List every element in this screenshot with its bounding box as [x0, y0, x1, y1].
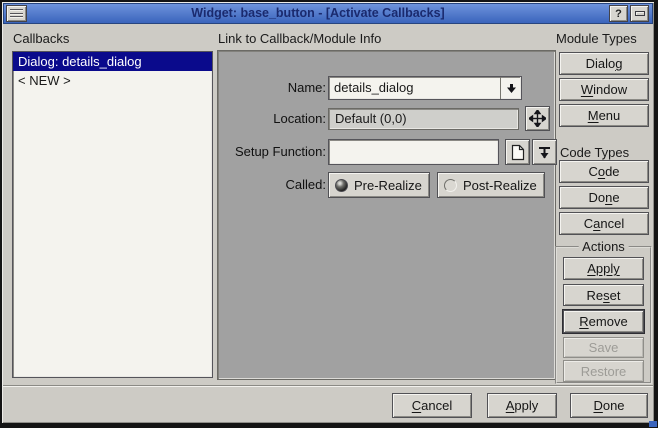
location-label: Location: [220, 111, 326, 126]
callbacks-list: Dialog: details_dialog < NEW > [12, 51, 213, 378]
help-button[interactable]: ? [609, 5, 628, 22]
title-bar[interactable]: Widget: base_button - [Activate Callback… [3, 3, 653, 24]
code-type-done-button[interactable]: Done [559, 186, 649, 209]
pre-realize-radio[interactable]: Pre-Realize [328, 172, 430, 198]
button-mnemonic: W [581, 82, 593, 97]
button-label: indow [593, 82, 627, 97]
name-value[interactable]: details_dialog [329, 77, 500, 99]
button-label: ncel [600, 216, 624, 231]
module-type-dialog-button[interactable]: Dialog [559, 52, 649, 75]
footer-cancel-button[interactable]: Cancel [392, 393, 472, 418]
button-mnemonic: n [605, 190, 612, 205]
actions-save-button[interactable]: Save [563, 337, 644, 358]
location-field[interactable]: Default (0,0) [328, 108, 519, 130]
button-mnemonic: o [598, 164, 605, 179]
button-mnemonic: g [615, 56, 622, 71]
dropdown-arrow-icon [506, 83, 517, 94]
link-info-panel: Name: details_dialog Location: Default (… [217, 50, 556, 380]
button-label: et [610, 288, 621, 303]
link-info-label: Link to Callback/Module Info [218, 31, 381, 46]
footer-done-button[interactable]: Done [570, 393, 648, 418]
module-types-label: Module Types [556, 31, 637, 46]
down-arrow-bar-icon [537, 145, 552, 160]
shade-icon [635, 11, 645, 16]
window-menu-button[interactable] [6, 5, 27, 22]
name-combobox[interactable]: details_dialog [328, 76, 522, 100]
setup-function-label: Setup Function: [220, 144, 326, 159]
location-move-button[interactable] [525, 106, 550, 131]
setup-function-insert-button[interactable] [532, 139, 557, 165]
button-mnemonic: M [588, 108, 599, 123]
actions-restore-button[interactable]: Restore [563, 360, 644, 382]
name-label: Name: [220, 80, 326, 95]
button-label: e [612, 190, 619, 205]
actions-apply-button[interactable]: Apply [563, 257, 644, 280]
move-arrows-icon [529, 110, 546, 127]
list-item[interactable]: Dialog: details_dialog [13, 52, 212, 71]
button-label: ancel [421, 398, 452, 413]
setup-function-edit-button[interactable] [505, 139, 530, 165]
actions-remove-button[interactable]: Remove [563, 310, 644, 333]
button-label: Restore [581, 364, 627, 379]
name-dropdown-button[interactable] [500, 77, 521, 99]
button-label: enu [599, 108, 621, 123]
radio-unselected-icon [444, 179, 457, 192]
code-type-code-button[interactable]: Code [559, 160, 649, 183]
window-menu-icon [10, 9, 23, 18]
button-mnemonic: Apply [587, 261, 620, 276]
code-type-cancel-button[interactable]: Cancel [559, 212, 649, 235]
called-label: Called: [220, 177, 326, 192]
document-icon [510, 144, 525, 161]
app-window: Widget: base_button - [Activate Callback… [0, 0, 658, 428]
button-label: Dialo [586, 56, 616, 71]
actions-label: Actions [578, 239, 629, 254]
post-realize-radio[interactable]: Post-Realize [437, 172, 545, 198]
setup-function-input[interactable] [328, 139, 499, 165]
button-mnemonic: C [412, 398, 421, 413]
window-frame: Widget: base_button - [Activate Callback… [2, 2, 654, 423]
pre-realize-label: Pre-Realize [354, 178, 422, 193]
code-types-label: Code Types [560, 145, 629, 160]
actions-reset-button[interactable]: Reset [563, 284, 644, 306]
window-title: Widget: base_button - [Activate Callback… [34, 6, 602, 20]
button-mnemonic: a [593, 216, 600, 231]
button-label: C [588, 164, 597, 179]
button-label: pply [514, 398, 538, 413]
button-mnemonic: D [593, 398, 602, 413]
button-label: de [605, 164, 619, 179]
button-label: one [603, 398, 625, 413]
callbacks-label: Callbacks [13, 31, 69, 46]
module-type-window-button[interactable]: Window [559, 78, 649, 101]
button-label: emove [589, 314, 628, 329]
button-mnemonic: A [506, 398, 515, 413]
button-label: Do [588, 190, 605, 205]
post-realize-label: Post-Realize [463, 178, 537, 193]
list-item[interactable]: < NEW > [13, 71, 212, 90]
footer-separator [3, 385, 653, 387]
button-label: Re [587, 288, 604, 303]
button-label: Save [589, 340, 619, 355]
actions-group: Actions Apply Reset Remove Save Restore [555, 246, 652, 384]
module-type-menu-button[interactable]: Menu [559, 104, 649, 127]
button-mnemonic: R [579, 314, 588, 329]
footer-apply-button[interactable]: Apply [487, 393, 557, 418]
resize-grip[interactable] [649, 421, 657, 427]
button-label: C [584, 216, 593, 231]
radio-selected-icon [335, 179, 348, 192]
shade-button[interactable] [630, 5, 649, 22]
